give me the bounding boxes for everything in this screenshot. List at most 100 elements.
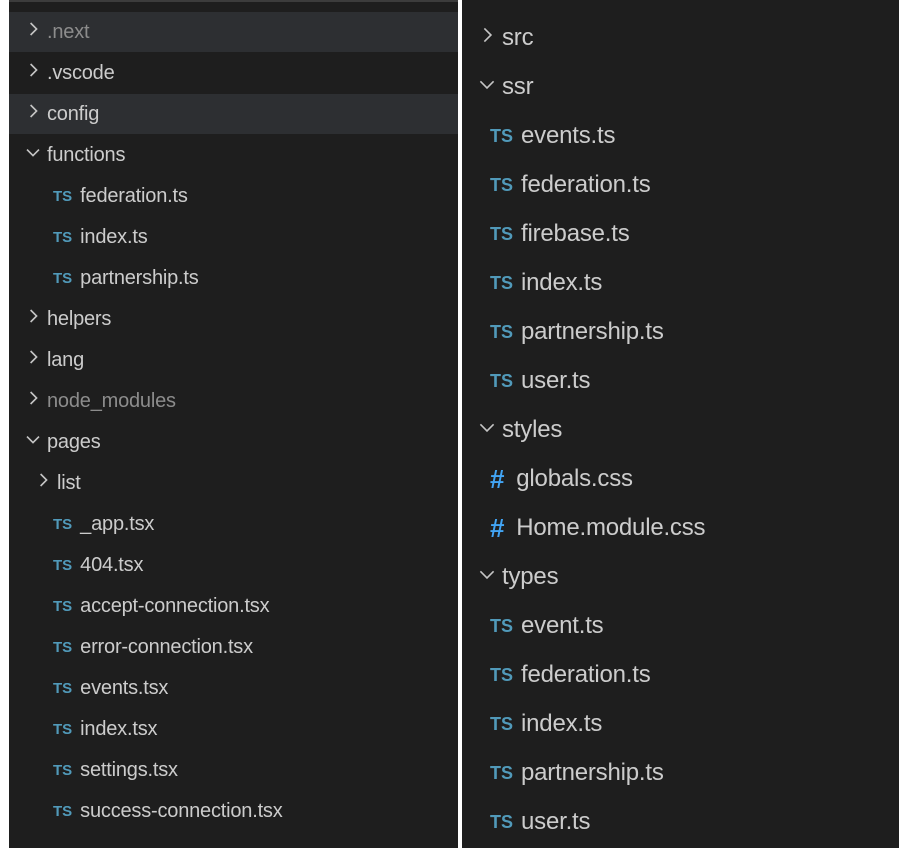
panel-top-border: [9, 0, 458, 2]
item-label: index.ts: [521, 269, 603, 296]
css-file-icon: #: [490, 512, 505, 543]
left-explorer-panel: .next .vscode config functions TS federation.…: [9, 0, 458, 848]
file-item-404-tsx[interactable]: TS 404.tsx: [9, 545, 458, 585]
typescript-file-icon: TS: [490, 664, 514, 685]
file-item-user-ts[interactable]: TS user.ts: [462, 797, 899, 847]
file-item-globals-css[interactable]: # globals.css: [462, 454, 899, 504]
item-label: user.ts: [521, 808, 591, 835]
item-label: styles: [502, 416, 563, 443]
chevron-right-icon[interactable]: [33, 470, 57, 496]
file-item-index-ts[interactable]: TS index.ts: [9, 217, 458, 257]
file-item-events-tsx[interactable]: TS events.tsx: [9, 668, 458, 708]
item-label: user.ts: [521, 367, 591, 394]
file-item-error-connection-tsx[interactable]: TS error-connection.tsx: [9, 627, 458, 667]
folder-item-pages[interactable]: pages: [9, 422, 458, 462]
folder-item-helpers[interactable]: helpers: [9, 299, 458, 339]
typescript-file-icon: TS: [53, 269, 73, 287]
typescript-file-icon: TS: [53, 597, 73, 615]
typescript-file-icon: TS: [53, 228, 73, 246]
chevron-right-icon[interactable]: [476, 24, 502, 53]
item-label: federation.ts: [521, 661, 651, 688]
chevron-down-icon[interactable]: [23, 142, 47, 168]
file-item-home-module-css[interactable]: # Home.module.css: [462, 503, 899, 553]
folder-item-list[interactable]: list: [9, 463, 458, 503]
item-label: success-connection.tsx: [80, 799, 283, 822]
typescript-file-icon: TS: [490, 713, 514, 734]
chevron-right-icon[interactable]: [23, 60, 47, 86]
item-label: .vscode: [47, 61, 115, 84]
chevron-right-icon[interactable]: [23, 19, 47, 45]
chevron-down-icon[interactable]: [476, 73, 502, 102]
typescript-file-icon: TS: [490, 370, 514, 391]
folder-item-node-modules[interactable]: node_modules: [9, 381, 458, 421]
item-label: Home.module.css: [516, 514, 706, 541]
chevron-right-icon[interactable]: [23, 306, 47, 332]
folder-item-styles[interactable]: styles: [462, 405, 899, 455]
file-item-partnership-ts[interactable]: TS partnership.ts: [462, 748, 899, 798]
file-item-firebase-ts[interactable]: TS firebase.ts: [462, 209, 899, 259]
folder-item-lang[interactable]: lang: [9, 340, 458, 380]
item-label: index.ts: [80, 225, 148, 248]
item-label: lang: [47, 348, 85, 371]
file-item-federation-ts[interactable]: TS federation.ts: [462, 160, 899, 210]
item-label: .next: [47, 20, 90, 43]
file-item-partnership-ts[interactable]: TS partnership.ts: [462, 307, 899, 357]
typescript-file-icon: TS: [490, 811, 514, 832]
typescript-file-icon: TS: [53, 802, 73, 820]
file-item-federation-ts[interactable]: TS federation.ts: [9, 176, 458, 216]
folder-item-ssr[interactable]: ssr: [462, 62, 899, 112]
item-label: partnership.ts: [521, 759, 664, 786]
item-label: globals.css: [516, 465, 633, 492]
file-item-federation-ts[interactable]: TS federation.ts: [462, 650, 899, 700]
folder-item-vscode[interactable]: .vscode: [9, 53, 458, 93]
item-label: accept-connection.tsx: [80, 594, 270, 617]
item-label: federation.ts: [80, 184, 188, 207]
item-label: pages: [47, 430, 101, 453]
file-item-app-tsx[interactable]: TS _app.tsx: [9, 504, 458, 544]
chevron-right-icon[interactable]: [23, 347, 47, 373]
right-explorer-panel: src ssr TS events.ts TS federation.ts TS fireba…: [462, 0, 899, 848]
folder-item-config[interactable]: config: [9, 94, 458, 134]
file-item-index-ts[interactable]: TS index.ts: [462, 699, 899, 749]
file-item-events-ts[interactable]: TS events.ts: [462, 111, 899, 161]
typescript-file-icon: TS: [53, 720, 73, 738]
item-label: events.ts: [521, 122, 616, 149]
typescript-file-icon: TS: [53, 556, 73, 574]
folder-item-src[interactable]: src: [462, 13, 899, 63]
typescript-file-icon: TS: [490, 615, 514, 636]
typescript-file-icon: TS: [53, 679, 73, 697]
chevron-right-icon[interactable]: [23, 388, 47, 414]
file-item-user-ts[interactable]: TS user.ts: [462, 356, 899, 406]
typescript-file-icon: TS: [490, 223, 514, 244]
typescript-file-icon: TS: [53, 187, 73, 205]
item-label: firebase.ts: [521, 220, 630, 247]
file-item-index-ts[interactable]: TS index.ts: [462, 258, 899, 308]
chevron-right-icon[interactable]: [23, 101, 47, 127]
file-item-settings-tsx[interactable]: TS settings.tsx: [9, 750, 458, 790]
item-label: ssr: [502, 73, 534, 100]
item-label: config: [47, 102, 100, 125]
file-item-partnership-ts[interactable]: TS partnership.ts: [9, 258, 458, 298]
folder-item-functions[interactable]: functions: [9, 135, 458, 175]
item-label: src: [502, 24, 534, 51]
chevron-down-icon[interactable]: [476, 563, 502, 592]
typescript-file-icon: TS: [490, 321, 514, 342]
item-label: helpers: [47, 307, 112, 330]
item-label: list: [57, 471, 81, 494]
file-item-index-tsx[interactable]: TS index.tsx: [9, 709, 458, 749]
item-label: partnership.ts: [80, 266, 199, 289]
item-label: federation.ts: [521, 171, 651, 198]
css-file-icon: #: [490, 463, 505, 494]
folder-item-types[interactable]: types: [462, 552, 899, 602]
chevron-down-icon[interactable]: [23, 429, 47, 455]
item-label: event.ts: [521, 612, 604, 639]
chevron-down-icon[interactable]: [476, 416, 502, 445]
folder-item-next[interactable]: .next: [9, 12, 458, 52]
file-item-accept-connection-tsx[interactable]: TS accept-connection.tsx: [9, 586, 458, 626]
file-item-event-ts[interactable]: TS event.ts: [462, 601, 899, 651]
typescript-file-icon: TS: [53, 515, 73, 533]
file-item-success-connection-tsx[interactable]: TS success-connection.tsx: [9, 791, 458, 831]
typescript-file-icon: TS: [490, 174, 514, 195]
item-label: node_modules: [47, 389, 176, 412]
typescript-file-icon: TS: [490, 272, 514, 293]
